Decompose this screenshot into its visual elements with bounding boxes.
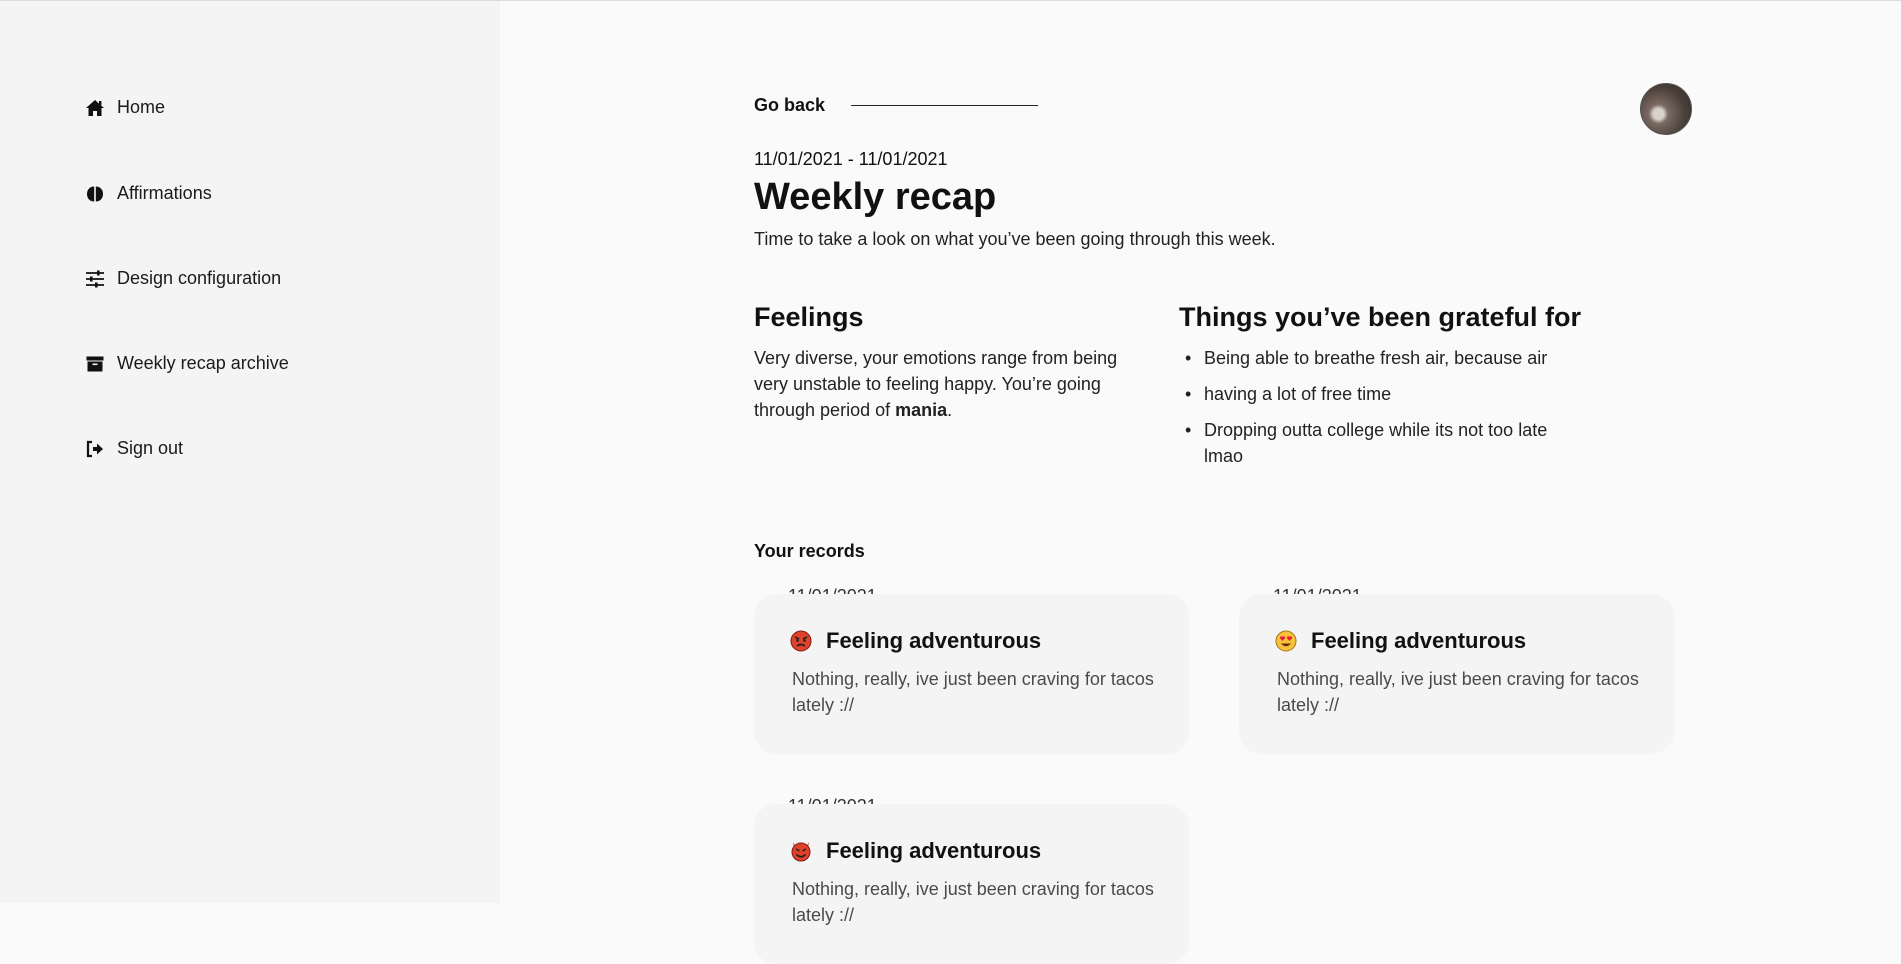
sidebar-item-label: Sign out (117, 438, 184, 458)
record-header: Feeling adventurous (1275, 628, 1526, 654)
record-title: Feeling adventurous (826, 628, 1042, 653)
sidebar-item-home[interactable]: Home (85, 97, 165, 118)
sliders-icon (85, 269, 105, 289)
record-card[interactable]: Feeling adventurous Nothing, really, ive… (754, 804, 1189, 964)
record-header: Feeling adventurous (790, 838, 1041, 864)
sidebar-item-affirmations[interactable]: Affirmations (85, 183, 212, 204)
feelings-text: Very diverse, your emotions range from b… (754, 345, 1134, 423)
sidebar: Home Affirmations Design configuration W… (0, 1, 500, 903)
page-subtitle: Time to take a look on what you’ve been … (754, 229, 1276, 249)
avatar[interactable] (1640, 83, 1692, 135)
sidebar-item-label: Affirmations (117, 183, 212, 203)
sidebar-item-label: Weekly recap archive (117, 353, 289, 373)
sidebar-item-design-configuration[interactable]: Design configuration (85, 268, 281, 289)
heart-eyes-icon (1275, 630, 1297, 652)
brain-icon (85, 184, 105, 204)
grateful-list: Being able to breathe fresh air, because… (1179, 345, 1549, 479)
home-icon (85, 98, 105, 118)
grateful-item: Being able to breathe fresh air, because… (1179, 345, 1549, 371)
angry-face-icon (790, 630, 812, 652)
sidebar-item-weekly-recap-archive[interactable]: Weekly recap archive (85, 353, 289, 374)
sidebar-item-sign-out[interactable]: Sign out (85, 438, 183, 459)
grateful-item: having a lot of free time (1179, 381, 1549, 407)
grateful-item: Dropping outta college while its not too… (1179, 417, 1549, 469)
archive-icon (85, 354, 105, 374)
record-card[interactable]: Feeling adventurous Nothing, really, ive… (1239, 594, 1674, 754)
sidebar-item-label: Design configuration (117, 268, 282, 288)
record-title: Feeling adventurous (1311, 628, 1527, 653)
sign-out-icon (85, 439, 105, 459)
feelings-text-after: . (947, 400, 953, 420)
page-title: Weekly recap (754, 176, 997, 218)
date-range: 11/01/2021 - 11/01/2021 (754, 149, 948, 169)
devil-face-icon (790, 840, 812, 862)
go-back-label: Go back (754, 95, 826, 115)
go-back-line (851, 105, 1039, 106)
grateful-title: Things you’ve been grateful for (1179, 302, 1582, 332)
main-content: Go back 11/01/2021 - 11/01/2021 Weekly r… (500, 1, 1901, 964)
records-title: Your records (754, 541, 865, 561)
sidebar-item-label: Home (117, 97, 166, 117)
feelings-highlight: mania (895, 400, 948, 420)
go-back-link[interactable]: Go back (754, 95, 1039, 116)
feelings-title: Feelings (754, 302, 864, 332)
record-text: Nothing, really, ive just been craving f… (792, 879, 1154, 925)
record-header: Feeling adventurous (790, 628, 1041, 654)
record-text: Nothing, really, ive just been craving f… (792, 669, 1154, 715)
record-card[interactable]: Feeling adventurous Nothing, really, ive… (754, 594, 1189, 754)
record-title: Feeling adventurous (826, 838, 1042, 863)
record-text: Nothing, really, ive just been craving f… (1277, 669, 1639, 715)
